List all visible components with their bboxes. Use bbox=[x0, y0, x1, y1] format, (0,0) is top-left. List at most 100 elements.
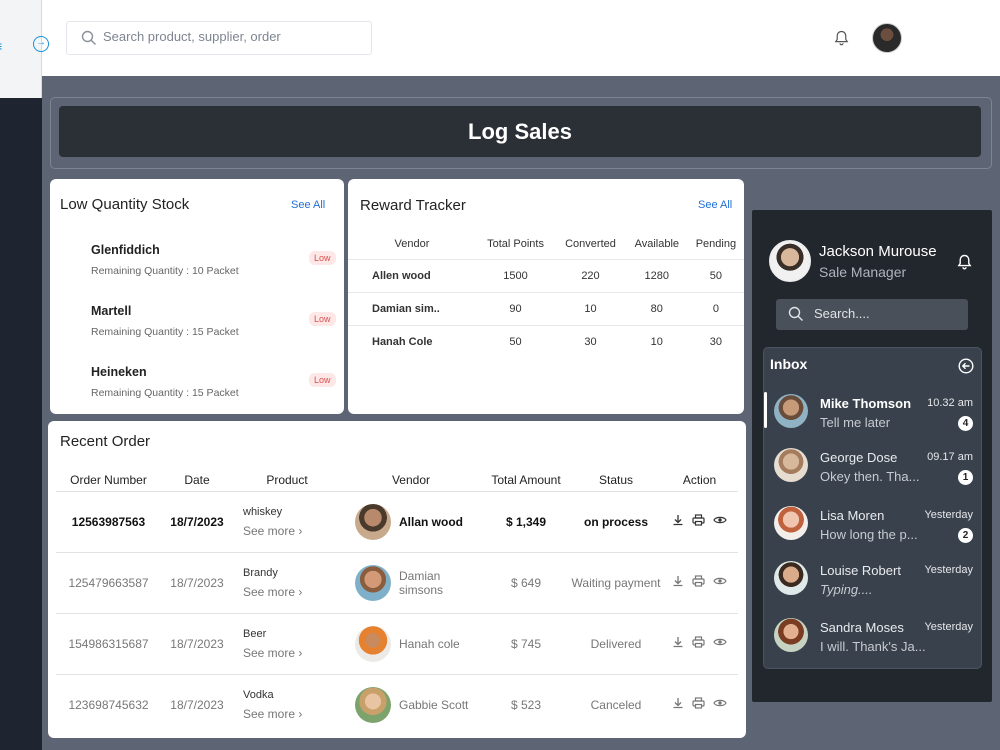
search-input[interactable] bbox=[103, 29, 363, 44]
order-status: Waiting payment bbox=[571, 552, 661, 614]
download-icon[interactable] bbox=[672, 575, 684, 590]
inbox-message[interactable]: George Dose Okey then. Tha... 09.17 am 1 bbox=[764, 442, 983, 498]
global-search[interactable] bbox=[66, 21, 372, 55]
stock-item[interactable]: Martell Remaining Quantity : 15 Packet L… bbox=[91, 304, 336, 338]
inbox-message[interactable]: Lisa Moren How long the p... Yesterday 2 bbox=[764, 500, 983, 556]
profile-avatar[interactable] bbox=[769, 240, 811, 282]
total-amount: $ 523 bbox=[510, 697, 542, 712]
product-cell: Beer See more › bbox=[233, 613, 341, 675]
total-amount: $ 1,349 bbox=[481, 491, 571, 553]
order-number: 123698745632 bbox=[68, 697, 149, 712]
collapse-sidebar-icon[interactable]: ≡ bbox=[0, 38, 2, 54]
see-more-link[interactable]: See more › bbox=[243, 646, 341, 660]
order-status: Canceled bbox=[590, 697, 642, 712]
stock-item[interactable]: Heineken Remaining Quantity : 15 Packet … bbox=[91, 365, 336, 399]
order-date: 18/7/2023 bbox=[161, 613, 233, 675]
order-status: Delivered bbox=[571, 613, 661, 675]
print-icon[interactable] bbox=[692, 697, 705, 712]
total-amount: $ 745 bbox=[481, 613, 571, 675]
order-status: on process bbox=[571, 491, 661, 553]
chevron-right-icon: › bbox=[298, 584, 303, 599]
table-cell: 50 bbox=[687, 258, 744, 292]
chevron-right-icon: › bbox=[298, 706, 303, 721]
vendor-avatar bbox=[355, 503, 391, 540]
product-name: Brandy bbox=[243, 566, 278, 579]
table-row[interactable]: Allen wood 1500 220 1280 50 bbox=[348, 258, 744, 292]
order-number: 154986315687 bbox=[56, 613, 161, 675]
message-time: Yesterday bbox=[924, 621, 973, 633]
column-header: Action bbox=[661, 469, 738, 492]
download-icon[interactable] bbox=[672, 697, 684, 712]
action-cell bbox=[661, 674, 738, 735]
view-eye-icon[interactable] bbox=[713, 636, 727, 651]
print-icon[interactable] bbox=[692, 514, 705, 529]
table-row[interactable]: Hanah Cole 50 30 10 30 bbox=[348, 324, 744, 358]
message-preview: Typing.... bbox=[820, 582, 873, 597]
vendor-name: Gabbie Scott bbox=[399, 697, 469, 712]
contact-name: Lisa Moren bbox=[820, 508, 885, 523]
message-preview: I will. Thank's Ja... bbox=[820, 639, 926, 654]
action-cell bbox=[661, 613, 738, 675]
low-badge: Low bbox=[309, 312, 336, 326]
table-row[interactable]: 125479663587 18/7/2023 Brandy See more ›… bbox=[56, 552, 738, 614]
low-stock-see-all-link[interactable]: See All bbox=[291, 199, 325, 211]
stock-quantity: Remaining Quantity : 15 Packet bbox=[91, 387, 239, 399]
vendor-avatar bbox=[355, 686, 391, 723]
see-more-link[interactable]: See more › bbox=[243, 707, 341, 721]
reward-see-all-link[interactable]: See All bbox=[698, 199, 732, 211]
view-eye-icon[interactable] bbox=[713, 575, 727, 590]
print-icon[interactable] bbox=[692, 636, 705, 651]
see-more-link[interactable]: See more › bbox=[243, 585, 341, 599]
recent-order-title: Recent Order bbox=[60, 433, 151, 450]
stock-quantity: Remaining Quantity : 15 Packet bbox=[91, 326, 239, 338]
view-eye-icon[interactable] bbox=[713, 697, 727, 712]
table-row[interactable]: 12563987563 18/7/2023 whiskey See more ›… bbox=[56, 491, 738, 553]
message-preview: Okey then. Tha... bbox=[820, 469, 920, 484]
table-cell: 30 bbox=[555, 324, 626, 358]
table-cell: 10 bbox=[625, 324, 688, 358]
vendor-cell: Allan wood bbox=[341, 491, 481, 553]
table-cell: 50 bbox=[475, 324, 556, 358]
download-icon[interactable] bbox=[672, 636, 684, 651]
vendor-avatar bbox=[355, 564, 391, 601]
contact-avatar bbox=[774, 561, 808, 595]
download-icon[interactable] bbox=[672, 514, 684, 529]
column-header: Total Amount bbox=[481, 469, 571, 492]
low-badge: Low bbox=[309, 251, 336, 265]
left-sidebar bbox=[0, 0, 42, 750]
vendor-cell: Hanah cole bbox=[341, 613, 481, 675]
contact-name: Louise Robert bbox=[820, 563, 901, 578]
table-cell: 90 bbox=[475, 291, 556, 325]
search-icon bbox=[788, 306, 804, 327]
panel-search[interactable] bbox=[776, 299, 968, 330]
message-time: 09.17 am bbox=[927, 451, 973, 463]
vendor-cell: Damian sim.. bbox=[348, 291, 476, 325]
view-eye-icon[interactable] bbox=[713, 514, 727, 529]
inbox-message[interactable]: Mike Thomson Tell me later 10.32 am 4 bbox=[764, 388, 983, 444]
column-header: Pending bbox=[695, 237, 737, 250]
panel-notification-bell-icon[interactable] bbox=[957, 254, 972, 275]
table-row[interactable]: 154986315687 18/7/2023 Beer See more › H… bbox=[56, 613, 738, 675]
notification-bell-icon[interactable] bbox=[834, 30, 849, 51]
table-row[interactable]: 123698745632 18/7/2023 Vodka See more › … bbox=[56, 674, 738, 735]
action-cell bbox=[661, 491, 738, 553]
stock-name: Glenfiddich bbox=[91, 243, 160, 257]
vendor-cell: Damian simsons bbox=[341, 552, 481, 614]
inbox-message[interactable]: Louise Robert Typing.... Yesterday bbox=[764, 555, 983, 611]
stock-item[interactable]: Glenfiddich Remaining Quantity : 10 Pack… bbox=[91, 243, 336, 277]
order-date: 18/7/2023 bbox=[161, 552, 233, 614]
table-row[interactable]: Damian sim.. 90 10 80 0 bbox=[348, 291, 744, 325]
back-arrow-icon[interactable] bbox=[958, 358, 974, 379]
user-avatar[interactable] bbox=[872, 23, 902, 53]
print-icon[interactable] bbox=[692, 575, 705, 590]
message-preview: Tell me later bbox=[820, 415, 891, 430]
see-more-link[interactable]: See more › bbox=[243, 524, 341, 538]
column-header: Date bbox=[161, 469, 233, 492]
expand-sidebar-icon[interactable]: → bbox=[33, 36, 49, 52]
table-header-row: Vendor Total Points Converted Available … bbox=[348, 229, 744, 259]
panel-search-input[interactable] bbox=[814, 306, 959, 321]
reward-table: Vendor Total Points Converted Available … bbox=[348, 229, 744, 358]
inbox-message[interactable]: Sandra Moses I will. Thank's Ja... Yeste… bbox=[764, 612, 983, 668]
vendor-cell: Gabbie Scott bbox=[341, 674, 481, 735]
messages-panel: Jackson Murouse Sale Manager Inbox Mike … bbox=[752, 210, 992, 702]
